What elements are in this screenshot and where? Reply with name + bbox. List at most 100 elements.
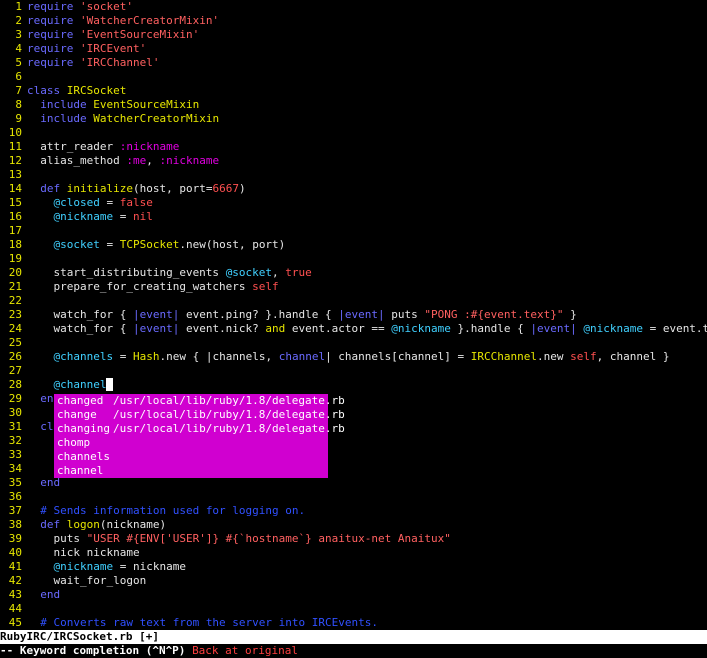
- code-token: require: [27, 0, 74, 13]
- line-number: 36: [8, 490, 22, 503]
- completion-item[interactable]: change/usr/local/lib/ruby/1.8/delegate.r…: [54, 408, 345, 422]
- completion-item[interactable]: changing/usr/local/lib/ruby/1.8/delegate…: [54, 422, 345, 436]
- line-number: 44: [8, 602, 22, 615]
- code-line[interactable]: 37 # Sends information used for logging …: [0, 504, 707, 518]
- code-token: 'IRCChannel': [79, 56, 160, 69]
- code-token: def: [40, 182, 61, 195]
- code-line[interactable]: 27: [0, 364, 707, 378]
- line-number: 31: [8, 420, 22, 433]
- code-line[interactable]: 42 wait_for_logon: [0, 574, 707, 588]
- code-token: :nickname: [119, 140, 180, 153]
- code-line[interactable]: 15 @closed = false: [0, 196, 707, 210]
- line-number: 3: [15, 28, 22, 41]
- code-line[interactable]: 38 def logon(nickname): [0, 518, 707, 532]
- code-token: @closed: [53, 196, 100, 209]
- code-line[interactable]: 21 prepare_for_creating_watchers self: [0, 280, 707, 294]
- completion-popup[interactable]: changed/usr/local/lib/ruby/1.8/delegate.…: [54, 394, 345, 478]
- code-token: 6667: [212, 182, 239, 195]
- code-line[interactable]: 12 alias_method :me, :nickname: [0, 154, 707, 168]
- completion-word: change: [57, 408, 97, 421]
- code-token: |event|: [132, 308, 180, 321]
- code-line[interactable]: 13: [0, 168, 707, 182]
- code-line[interactable]: 19: [0, 252, 707, 266]
- completion-item[interactable]: chomp: [54, 436, 328, 450]
- code-token: Hash: [132, 350, 160, 363]
- code-token: ,: [272, 266, 286, 279]
- code-line[interactable]: 16 @nickname = nil: [0, 210, 707, 224]
- code-line[interactable]: 3 require 'EventSourceMixin': [0, 28, 707, 42]
- code-line[interactable]: 1 require 'socket': [0, 0, 707, 14]
- code-token: :me: [126, 154, 147, 167]
- code-line[interactable]: 25: [0, 336, 707, 350]
- completion-item[interactable]: changed/usr/local/lib/ruby/1.8/delegate.…: [54, 394, 345, 408]
- code-line[interactable]: 45 # Converts raw text from the server i…: [0, 616, 707, 630]
- code-line[interactable]: 20 start_distributing_events @socket, tr…: [0, 266, 707, 280]
- code-line[interactable]: 9 include WatcherCreatorMixin: [0, 112, 707, 126]
- line-number: 32: [8, 434, 22, 447]
- code-line[interactable]: 7 class IRCSocket: [0, 84, 707, 98]
- code-line[interactable]: 8 include EventSourceMixin: [0, 98, 707, 112]
- code-line[interactable]: 17: [0, 224, 707, 238]
- code-token: require: [27, 56, 74, 69]
- completion-word: channels: [57, 450, 110, 463]
- code-editor[interactable]: 1 require 'socket' 2 require 'WatcherCreato…: [0, 0, 707, 630]
- code-line[interactable]: 43 end: [0, 588, 707, 602]
- code-line[interactable]: 23 watch_for { |event| event.ping? }.han…: [0, 308, 707, 322]
- code-line[interactable]: 24 watch_for { |event| event.nick? and e…: [0, 322, 707, 336]
- code-token: .new(host, port): [179, 238, 286, 251]
- code-line[interactable]: 4 require 'IRCEvent': [0, 42, 707, 56]
- code-line[interactable]: 5 require 'IRCChannel': [0, 56, 707, 70]
- code-token: .new: [537, 350, 571, 363]
- code-token: = event.text }: [649, 322, 707, 335]
- code-line[interactable]: 10: [0, 126, 707, 140]
- code-line[interactable]: 2 require 'WatcherCreatorMixin': [0, 14, 707, 28]
- code-token: self: [570, 350, 597, 363]
- line-number: 42: [8, 574, 22, 587]
- code-token: |event|: [338, 308, 385, 321]
- line-number: 23: [8, 308, 22, 321]
- status-filename: RubyIRC/IRCSocket.rb: [0, 630, 133, 643]
- completion-item[interactable]: channels: [54, 450, 328, 464]
- code-token: require: [27, 42, 74, 55]
- code-line[interactable]: 41 @nickname = nickname: [0, 560, 707, 574]
- line-number: 7: [15, 84, 22, 97]
- code-line[interactable]: 28 @channel: [0, 378, 707, 392]
- code-token: require: [27, 14, 74, 27]
- line-number: 9: [15, 112, 22, 125]
- completion-item[interactable]: channel: [54, 464, 328, 478]
- code-line[interactable]: 18 @socket = TCPSocket.new(host, port): [0, 238, 707, 252]
- line-number: 2: [15, 14, 22, 27]
- code-line[interactable]: 11 attr_reader :nickname: [0, 140, 707, 154]
- code-line[interactable]: 36: [0, 490, 707, 504]
- code-line[interactable]: 44: [0, 602, 707, 616]
- code-line[interactable]: 40 nick nickname: [0, 546, 707, 560]
- code-token: 'IRCEvent': [79, 42, 147, 55]
- code-token: alias_method: [27, 154, 127, 167]
- code-line[interactable]: 26 @channels = Hash.new { |channels, cha…: [0, 350, 707, 364]
- code-line[interactable]: 14 def initialize(host, port=6667): [0, 182, 707, 196]
- code-token: require: [27, 28, 74, 41]
- code-line[interactable]: 22: [0, 294, 707, 308]
- code-line[interactable]: 6: [0, 70, 707, 84]
- code-line[interactable]: 39 puts "USER #{ENV['USER']} #{`hostname…: [0, 532, 707, 546]
- code-token: logon: [66, 518, 100, 531]
- code-token: and: [265, 322, 286, 335]
- code-token: @nickname: [583, 322, 643, 335]
- code-line[interactable]: 35 end: [0, 476, 707, 490]
- completion-source: /usr/local/lib/ruby/1.8/delegate.rb: [113, 408, 345, 421]
- code-token: nick nickname: [27, 546, 140, 559]
